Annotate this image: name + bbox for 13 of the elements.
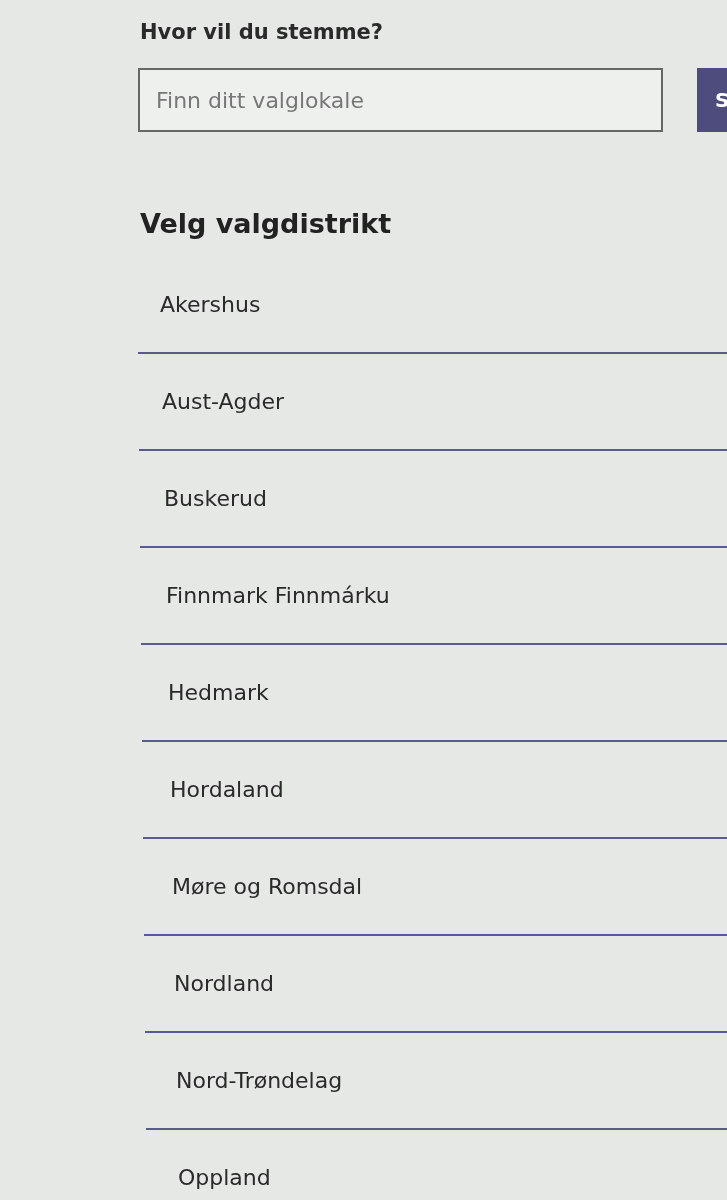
district-item[interactable]: Hordaland: [143, 742, 727, 839]
district-item[interactable]: Hedmark: [142, 645, 727, 742]
search-field[interactable]: Finn ditt valglokale: [138, 68, 663, 132]
district-item[interactable]: Akershus: [138, 257, 727, 354]
question-label: Hvor vil du stemme?: [140, 20, 385, 44]
district-item[interactable]: Møre og Romsdal: [144, 839, 727, 936]
district-item[interactable]: Buskerud: [140, 451, 727, 548]
district-item[interactable]: Aust-Agder: [139, 354, 727, 451]
district-item[interactable]: Nord-Trøndelag: [146, 1033, 727, 1130]
section-heading: Velg valgdistrikt: [140, 208, 393, 239]
district-item[interactable]: Finnmark Finnmárku: [141, 548, 727, 645]
district-item[interactable]: Nordland: [145, 936, 727, 1033]
district-item[interactable]: Oppland: [147, 1130, 727, 1200]
